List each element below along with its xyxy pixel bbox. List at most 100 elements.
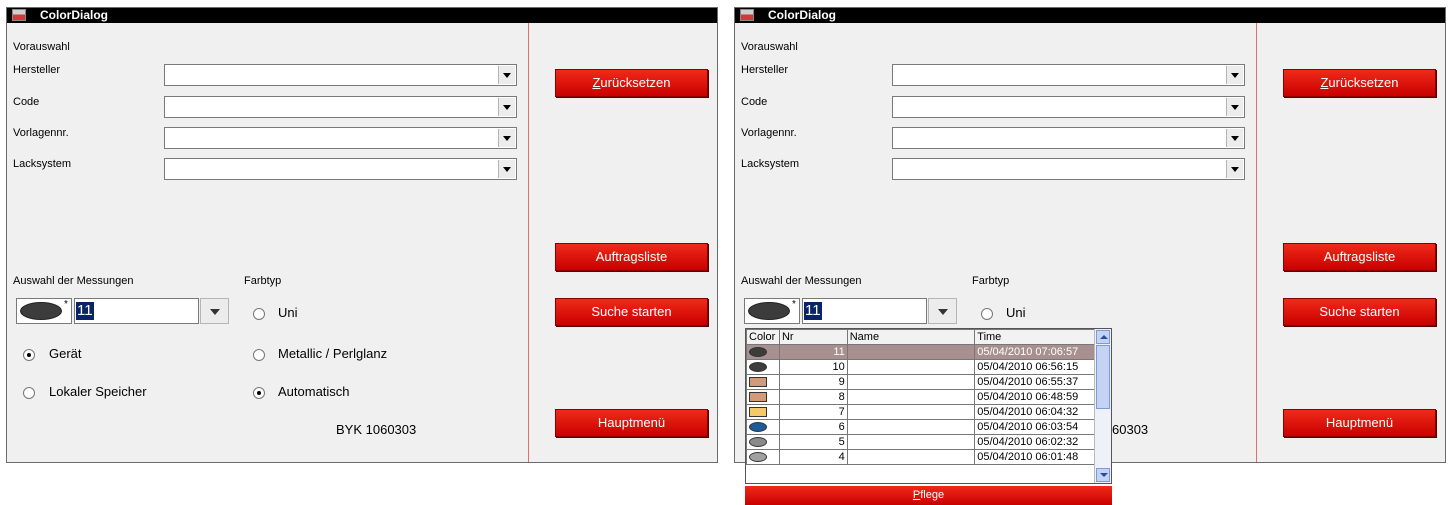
- row-color-cell: [746, 389, 780, 405]
- chevron-down-icon[interactable]: [1226, 98, 1243, 116]
- measurement-color-swatch: *: [744, 298, 800, 324]
- farbtyp-label: Farbtyp: [972, 275, 1010, 287]
- code-combobox[interactable]: [164, 96, 517, 118]
- col-nr-header[interactable]: Nr: [778, 329, 848, 345]
- chevron-down-icon[interactable]: [1226, 66, 1243, 84]
- zuruecksetzen-button[interactable]: Zurücksetzen: [555, 69, 708, 97]
- vertical-divider: [1256, 23, 1257, 462]
- row-name-cell: [846, 404, 976, 420]
- measurement-dropdown-button[interactable]: [928, 298, 957, 324]
- measurement-select-input[interactable]: 11: [802, 298, 927, 324]
- color-swatch-icon: [749, 422, 767, 433]
- table-row[interactable]: 11 05/04/2010 07:06:57: [746, 344, 1095, 360]
- device-label: BYK 1060303: [336, 422, 417, 437]
- row-name-cell: [846, 344, 976, 360]
- title-bar: ColorDialog: [7, 8, 717, 23]
- table-row[interactable]: 8 05/04/2010 06:48:59: [746, 389, 1095, 405]
- list-scrollbar[interactable]: [1094, 329, 1111, 483]
- hersteller-label: Hersteller: [741, 64, 789, 76]
- row-color-cell: [746, 449, 780, 465]
- zuruecksetzen-button[interactable]: Zurücksetzen: [1283, 69, 1436, 97]
- auswahl-messungen-label: Auswahl der Messungen: [741, 275, 862, 287]
- scroll-up-icon[interactable]: [1096, 330, 1110, 344]
- farbtyp-automatisch-radio[interactable]: [253, 387, 265, 399]
- scroll-thumb[interactable]: [1096, 345, 1110, 409]
- lacksystem-label: Lacksystem: [741, 158, 800, 170]
- row-time-cell: 05/04/2010 06:48:59: [974, 389, 1095, 405]
- hersteller-label: Hersteller: [13, 64, 61, 76]
- row-time-cell: 05/04/2010 06:03:54: [974, 419, 1095, 435]
- color-ellipse-icon: [20, 302, 62, 320]
- color-swatch-icon: [749, 407, 767, 418]
- chevron-down-icon[interactable]: [498, 98, 515, 116]
- table-row[interactable]: 7 05/04/2010 06:04:32: [746, 404, 1095, 420]
- color-swatch-icon: [749, 377, 767, 388]
- window-title: ColorDialog: [768, 8, 836, 22]
- app-logo-icon: [740, 9, 754, 21]
- col-time-header[interactable]: Time: [974, 329, 1095, 345]
- hauptmenue-button[interactable]: Hauptmenü: [555, 409, 708, 437]
- app-logo-icon: [12, 9, 26, 21]
- farbtyp-metallic-radio[interactable]: [253, 349, 265, 361]
- row-name-cell: [846, 419, 976, 435]
- suche-starten-button[interactable]: Suche starten: [1283, 298, 1436, 326]
- row-name-cell: [846, 449, 976, 465]
- suche-starten-button[interactable]: Suche starten: [555, 298, 708, 326]
- row-nr-cell: 11: [778, 344, 848, 360]
- col-name-header[interactable]: Name: [846, 329, 976, 345]
- auftragsliste-button[interactable]: Auftragsliste: [1283, 243, 1436, 271]
- row-name-cell: [846, 359, 976, 375]
- color-swatch-icon: [749, 392, 767, 403]
- measurement-dropdown-list[interactable]: Color Nr Name Time 11 05/04/2010 07:06:57…: [745, 328, 1112, 484]
- row-time-cell: 05/04/2010 06:02:32: [974, 434, 1095, 450]
- row-nr-cell: 4: [778, 449, 848, 465]
- chevron-down-icon[interactable]: [498, 66, 515, 84]
- device-label-partial: 60303: [1112, 422, 1149, 437]
- measurement-table: Color Nr Name Time 11 05/04/2010 07:06:57…: [746, 329, 1095, 465]
- farbtyp-uni-radio[interactable]: [253, 308, 265, 320]
- row-name-cell: [846, 374, 976, 390]
- auftragsliste-button[interactable]: Auftragsliste: [555, 243, 708, 271]
- vorlagennr-combobox[interactable]: [892, 127, 1245, 149]
- table-row[interactable]: 6 05/04/2010 06:03:54: [746, 419, 1095, 435]
- table-row[interactable]: 9 05/04/2010 06:55:37: [746, 374, 1095, 390]
- chevron-down-icon[interactable]: [1226, 129, 1243, 147]
- row-name-cell: [846, 389, 976, 405]
- row-nr-cell: 8: [778, 389, 848, 405]
- row-color-cell: [746, 404, 780, 420]
- row-color-cell: [746, 434, 780, 450]
- table-row[interactable]: 5 05/04/2010 06:02:32: [746, 434, 1095, 450]
- hauptmenue-button[interactable]: Hauptmenü: [1283, 409, 1436, 437]
- color-swatch-icon: [749, 452, 767, 463]
- lacksystem-combobox[interactable]: [164, 158, 517, 180]
- row-nr-cell: 10: [778, 359, 848, 375]
- hersteller-combobox[interactable]: [164, 64, 517, 86]
- vorlagennr-label: Vorlagennr.: [741, 127, 797, 139]
- farbtyp-uni-radio[interactable]: [981, 308, 993, 320]
- color-ellipse-icon: [748, 302, 790, 320]
- table-row[interactable]: 10 05/04/2010 06:56:15: [746, 359, 1095, 375]
- table-header-row: Color Nr Name Time: [746, 329, 1095, 345]
- table-row[interactable]: 4 05/04/2010 06:01:48: [746, 449, 1095, 465]
- code-combobox[interactable]: [892, 96, 1245, 118]
- pflege-button[interactable]: Pflege: [745, 486, 1112, 505]
- auswahl-messungen-label: Auswahl der Messungen: [13, 275, 134, 287]
- source-geraet-radio[interactable]: [23, 349, 35, 361]
- row-time-cell: 05/04/2010 06:55:37: [974, 374, 1095, 390]
- row-time-cell: 05/04/2010 06:56:15: [974, 359, 1095, 375]
- chevron-down-icon[interactable]: [498, 160, 515, 178]
- chevron-down-icon[interactable]: [1226, 160, 1243, 178]
- col-color-header[interactable]: Color: [746, 329, 780, 345]
- hersteller-combobox[interactable]: [892, 64, 1245, 86]
- scroll-down-icon[interactable]: [1096, 468, 1110, 482]
- measurement-dropdown-button[interactable]: [200, 298, 229, 324]
- row-time-cell: 05/04/2010 06:01:48: [974, 449, 1095, 465]
- color-dialog-window-left: ColorDialog Vorauswahl Hersteller Code V…: [6, 7, 718, 463]
- chevron-down-icon[interactable]: [498, 129, 515, 147]
- vorauswahl-label: Vorauswahl: [741, 41, 798, 53]
- source-lokal-radio[interactable]: [23, 387, 35, 399]
- measurement-select-input[interactable]: 11: [74, 298, 199, 324]
- row-time-cell: 05/04/2010 06:04:32: [974, 404, 1095, 420]
- lacksystem-combobox[interactable]: [892, 158, 1245, 180]
- vorlagennr-combobox[interactable]: [164, 127, 517, 149]
